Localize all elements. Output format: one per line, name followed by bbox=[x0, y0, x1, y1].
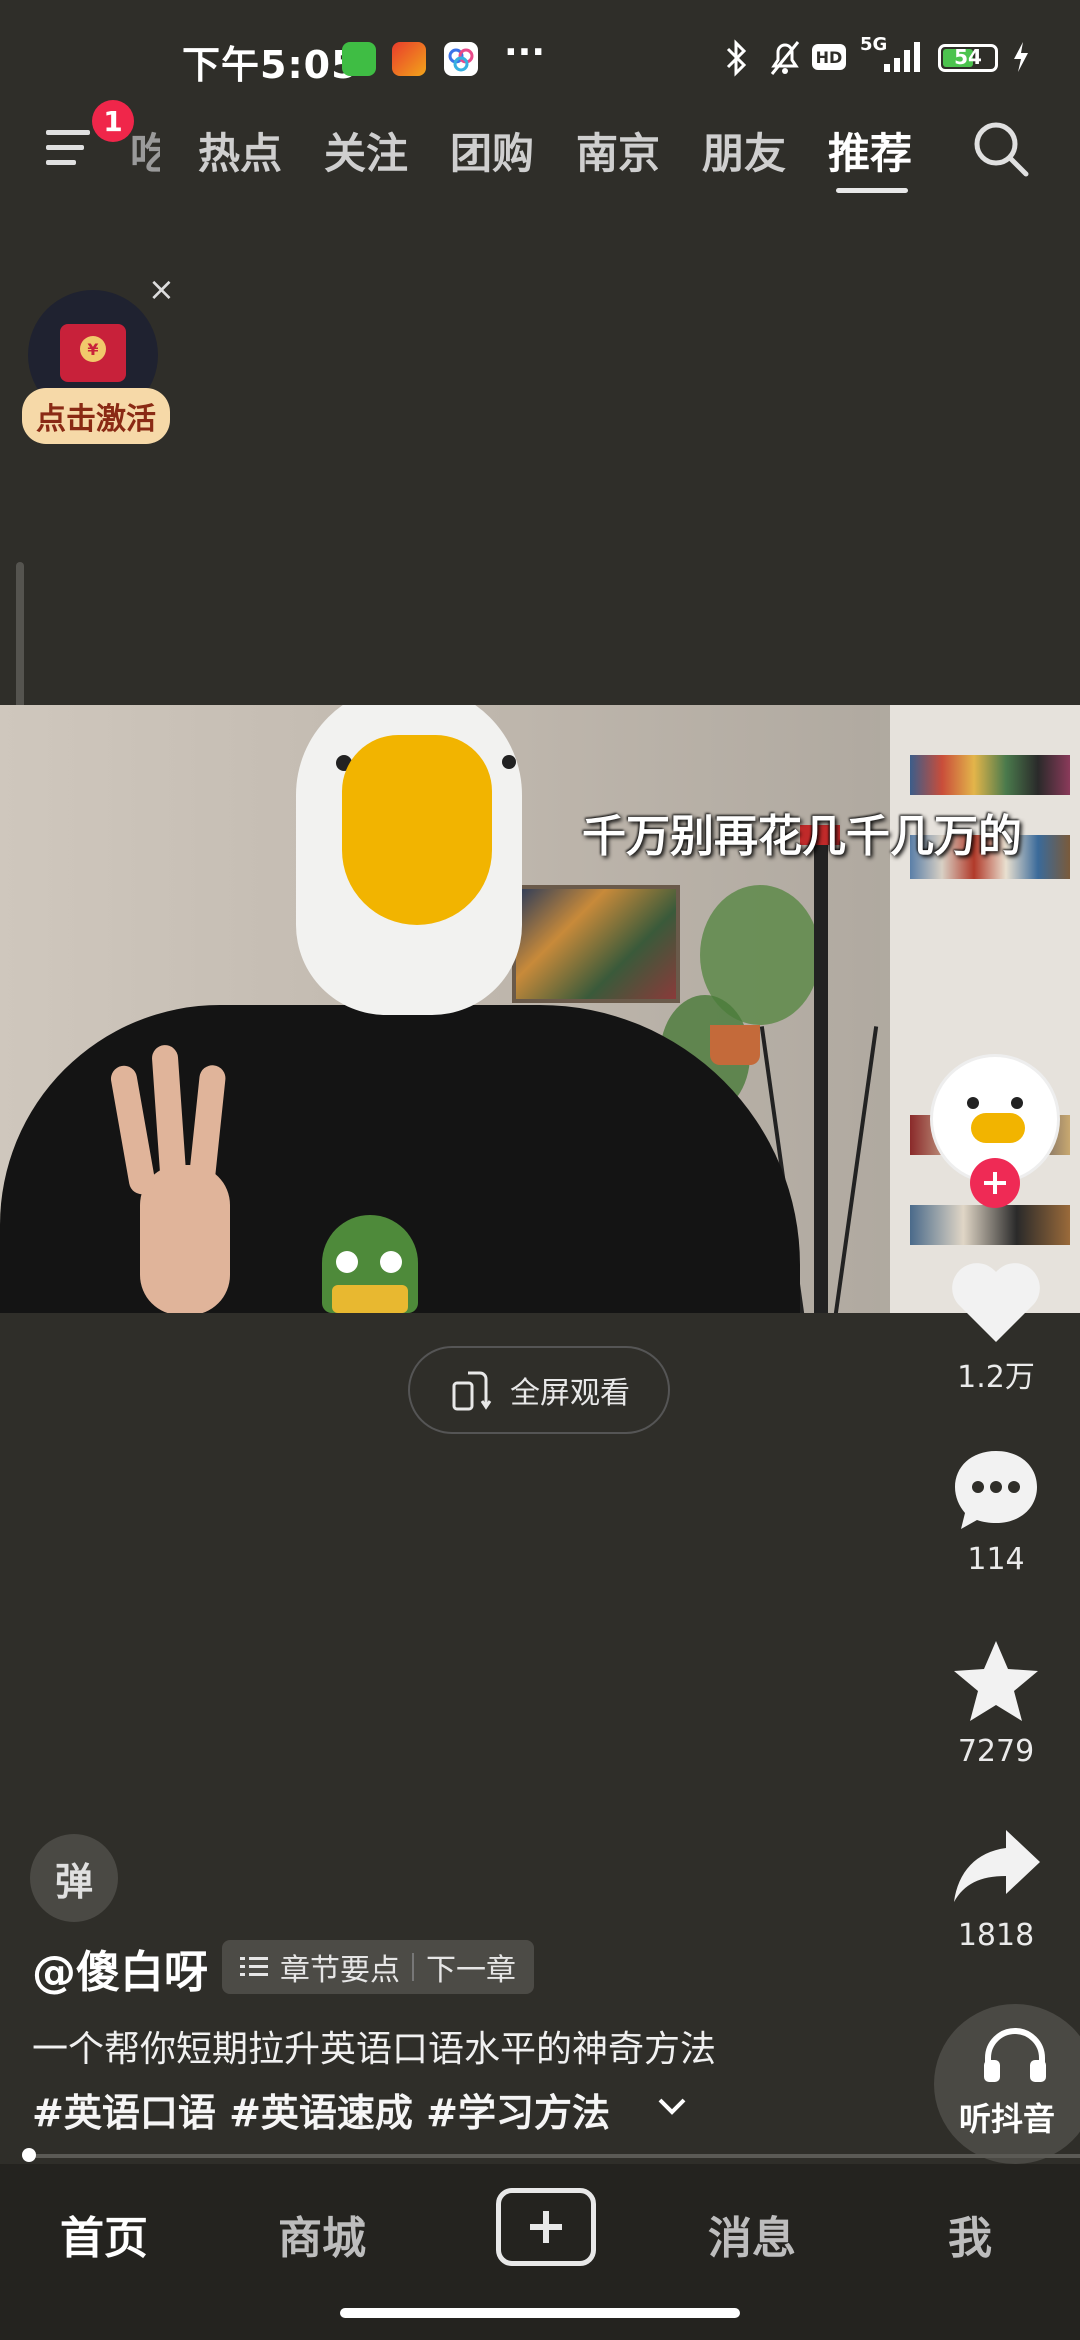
author-name[interactable]: @傻白呀 bbox=[32, 1936, 208, 2000]
favorite-count: 7279 bbox=[957, 1734, 1035, 1769]
scroll-indicator bbox=[16, 562, 24, 722]
nav-mall[interactable]: 商城 bbox=[278, 2202, 366, 2266]
signal-icon bbox=[880, 38, 928, 78]
next-chapter-button[interactable]: 下一章 bbox=[426, 1945, 516, 1989]
hd-icon: HD bbox=[812, 44, 846, 70]
share-count: 1818 bbox=[957, 1918, 1035, 1953]
create-post-button[interactable] bbox=[496, 2188, 596, 2266]
star-icon bbox=[954, 1641, 1038, 1721]
plus-icon bbox=[984, 1172, 1006, 1194]
red-packet-coin-icon: ¥ bbox=[80, 336, 106, 362]
active-tab-indicator bbox=[836, 188, 908, 193]
video-player[interactable]: 千万别再花几千几万的 bbox=[0, 705, 1080, 1313]
nav-home[interactable]: 首页 bbox=[60, 2202, 148, 2266]
progress-handle[interactable] bbox=[22, 2148, 36, 2162]
fullscreen-label: 全屏观看 bbox=[510, 1376, 630, 1411]
follow-button[interactable] bbox=[970, 1158, 1020, 1208]
tab-recommended[interactable]: 推荐 bbox=[828, 120, 912, 181]
heart-icon bbox=[952, 1263, 1040, 1342]
search-icon[interactable] bbox=[970, 118, 1032, 184]
chapter-points-button[interactable]: 章节要点 bbox=[280, 1945, 400, 1989]
shirt-frog-logo bbox=[322, 1215, 418, 1313]
share-arrow-icon bbox=[954, 1830, 1040, 1902]
battery-icon: 54 bbox=[938, 44, 998, 72]
menu-button[interactable] bbox=[44, 124, 96, 172]
comment-count: 114 bbox=[967, 1542, 1025, 1577]
tab-friends[interactable]: 朋友 bbox=[702, 120, 786, 181]
rotate-screen-icon bbox=[452, 1371, 492, 1411]
tab-partial[interactable]: 吃 bbox=[130, 120, 160, 181]
red-packet-close-button[interactable]: × bbox=[148, 270, 175, 308]
share-button[interactable] bbox=[946, 1816, 1046, 1916]
video-description: 一个帮你短期拉升英语口语水平的神奇方法 bbox=[32, 2029, 717, 2070]
headphones-icon bbox=[984, 2028, 1046, 2082]
chapter-pill[interactable]: 章节要点 下一章 bbox=[222, 1940, 534, 1994]
wechat-notification-icon bbox=[342, 42, 376, 76]
like-count: 1.2万 bbox=[957, 1360, 1035, 1395]
favorite-button[interactable] bbox=[946, 1632, 1046, 1732]
battery-level: 54 bbox=[954, 45, 982, 69]
listen-douyin-button[interactable]: 听抖音 bbox=[934, 2004, 1080, 2164]
mute-bell-icon bbox=[766, 38, 804, 82]
notification-badge: 1 bbox=[92, 100, 134, 142]
tab-group-buy[interactable]: 团购 bbox=[450, 120, 534, 181]
bluetooth-icon bbox=[722, 38, 752, 82]
tab-nanjing[interactable]: 南京 bbox=[576, 120, 660, 181]
status-time: 下午5:05 bbox=[182, 43, 359, 87]
expand-description-icon[interactable] bbox=[656, 2096, 688, 2122]
danmu-toggle-button[interactable]: 弹 bbox=[30, 1834, 118, 1922]
fullscreen-button[interactable]: 全屏观看 bbox=[408, 1346, 670, 1434]
app-58-notification-icon bbox=[392, 42, 426, 76]
duck-beak bbox=[342, 735, 492, 925]
nav-messages[interactable]: 消息 bbox=[708, 2202, 796, 2266]
home-indicator[interactable] bbox=[340, 2308, 740, 2318]
nav-me[interactable]: 我 bbox=[948, 2202, 992, 2266]
cloud-app-notification-icon bbox=[444, 42, 478, 76]
comment-icon bbox=[955, 1451, 1037, 1529]
red-packet-activate-label[interactable]: 点击激活 bbox=[22, 388, 170, 444]
listen-douyin-label: 听抖音 bbox=[958, 2100, 1055, 2138]
duck-mask bbox=[296, 705, 522, 1015]
raised-hand bbox=[100, 1044, 240, 1313]
bookshelf bbox=[890, 705, 1080, 1313]
chapter-list-icon bbox=[240, 1957, 268, 1976]
more-notifications-icon: ··· bbox=[504, 32, 546, 73]
plus-icon bbox=[530, 2211, 562, 2243]
pill-divider bbox=[412, 1953, 414, 1981]
video-subtitle: 千万别再花几千几万的 bbox=[582, 811, 1022, 862]
video-progress-bar[interactable] bbox=[28, 2154, 1080, 2158]
like-button[interactable] bbox=[946, 1252, 1046, 1352]
comment-button[interactable] bbox=[946, 1440, 1046, 1540]
tab-following[interactable]: 关注 bbox=[324, 120, 408, 181]
tab-hot[interactable]: 热点 bbox=[198, 120, 282, 181]
hashtags[interactable]: #英语口语 #英语速成 #学习方法 bbox=[32, 2082, 610, 2137]
charging-icon bbox=[1010, 40, 1032, 78]
